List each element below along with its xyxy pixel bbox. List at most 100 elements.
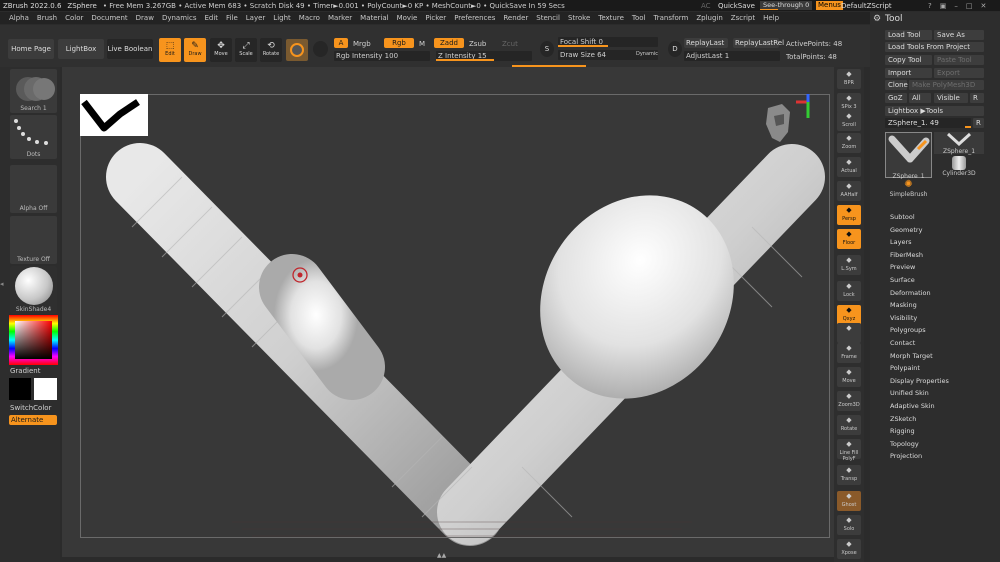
- right-shelf-spix-3-button[interactable]: ◆ SPix 3: [837, 93, 861, 113]
- color-saturation-square[interactable]: [15, 321, 52, 359]
- brush-thumbnail[interactable]: Search 1: [10, 69, 57, 113]
- zsphere-slider-r-button[interactable]: R: [973, 118, 984, 128]
- material-thumbnail[interactable]: SkinShade4: [10, 266, 57, 314]
- home-page-button[interactable]: Home Page: [8, 39, 54, 59]
- minimize-icon[interactable]: –: [954, 2, 958, 10]
- menu-zscript[interactable]: Zscript: [731, 14, 755, 22]
- export-button[interactable]: Export: [934, 68, 984, 78]
- copy-tool-button[interactable]: Copy Tool: [885, 55, 932, 65]
- focal-shift-s-icon[interactable]: S: [540, 41, 554, 57]
- right-shelf-xpose-button[interactable]: ◆ Xpose: [837, 539, 861, 559]
- gear-icon[interactable]: ⚙: [873, 14, 881, 24]
- goz-visible-button[interactable]: Visible: [934, 93, 968, 103]
- stroke-thumbnail[interactable]: Dots: [10, 115, 57, 159]
- zadd-toggle[interactable]: Zadd: [434, 38, 464, 48]
- canvas-scroll-top-arrow[interactable]: ▲▲: [437, 552, 446, 559]
- dynamic-toggle[interactable]: Dynamic: [636, 51, 658, 57]
- m-toggle[interactable]: M: [419, 40, 425, 48]
- default-zscript-button[interactable]: DefaultZScript: [841, 2, 892, 10]
- help-icon[interactable]: ?: [928, 2, 932, 10]
- subpalette-contact[interactable]: Contact: [890, 339, 915, 347]
- menu-color[interactable]: Color: [65, 14, 83, 22]
- move-mode-button[interactable]: ✥ Move: [210, 38, 232, 62]
- right-shelf-move-button[interactable]: ◆ Move: [837, 367, 861, 387]
- right-shelf-floor-button[interactable]: ◆ Floor: [837, 229, 861, 249]
- ac-button[interactable]: AC: [701, 2, 711, 10]
- load-tool-button[interactable]: Load Tool: [885, 30, 932, 40]
- replay-last-rel-button[interactable]: ReplayLastRel: [733, 38, 784, 48]
- focal-shift-slider[interactable]: Focal Shift 0: [558, 37, 658, 47]
- subpalette-fibermesh[interactable]: FiberMesh: [890, 251, 923, 259]
- right-shelf-solo-button[interactable]: ◆ Solo: [837, 515, 861, 535]
- load-tools-from-project-button[interactable]: Load Tools From Project: [885, 42, 984, 52]
- right-shelf-zoom3d-button[interactable]: ◆ Zoom3D: [837, 391, 861, 411]
- right-shelf-persp-button[interactable]: ◆ Persp: [837, 205, 861, 225]
- adjust-last-slider[interactable]: AdjustLast 1: [684, 51, 780, 61]
- menu-material[interactable]: Material: [360, 14, 388, 22]
- tool-thumb-simplebrush[interactable]: ✺ SimpleBrush: [885, 179, 932, 203]
- subpalette-rigging[interactable]: Rigging: [890, 427, 915, 435]
- menu-render[interactable]: Render: [503, 14, 528, 22]
- secondary-color-swatch[interactable]: [34, 378, 57, 400]
- left-tray-collapse-icon[interactable]: ◂: [0, 280, 4, 288]
- a-toggle[interactable]: A: [334, 38, 348, 48]
- menu-movie[interactable]: Movie: [397, 14, 418, 22]
- right-shelf-qxyz-button[interactable]: ◆ Qxyz: [837, 305, 861, 325]
- menu-stroke[interactable]: Stroke: [568, 14, 590, 22]
- see-through-slider[interactable]: See-through 0: [760, 1, 812, 10]
- draw-mode-button[interactable]: ✎ Draw: [184, 38, 206, 62]
- zsub-toggle[interactable]: Zsub: [469, 40, 486, 48]
- replay-d-icon[interactable]: D: [668, 41, 682, 57]
- subpalette-masking[interactable]: Masking: [890, 301, 917, 309]
- right-shelf-blank-button[interactable]: ◆: [837, 323, 861, 343]
- subpalette-unified-skin[interactable]: Unified Skin: [890, 389, 929, 397]
- zcut-toggle[interactable]: Zcut: [502, 40, 518, 48]
- menu-zplugin[interactable]: Zplugin: [696, 14, 722, 22]
- close-icon[interactable]: ✕: [980, 2, 986, 10]
- texture-thumbnail[interactable]: Texture Off: [10, 216, 57, 264]
- menu-document[interactable]: Document: [91, 14, 127, 22]
- tool-thumb-zsphere-active[interactable]: ZSphere_1: [885, 132, 932, 180]
- menu-light[interactable]: Light: [273, 14, 290, 22]
- right-shelf-frame-button[interactable]: ◆ Frame: [837, 343, 861, 363]
- paste-tool-button[interactable]: Paste Tool: [934, 55, 984, 65]
- right-shelf-ghost-button[interactable]: ◆ Ghost: [837, 491, 861, 511]
- goz-r-button[interactable]: R: [970, 93, 984, 103]
- subpalette-zsketch[interactable]: ZSketch: [890, 415, 916, 423]
- gradient-label[interactable]: Gradient: [10, 367, 40, 375]
- orientation-gizmo[interactable]: [760, 94, 820, 154]
- right-shelf-actual-button[interactable]: ◆ Actual: [837, 157, 861, 177]
- material-sphere-button[interactable]: [286, 39, 308, 61]
- menu-tool[interactable]: Tool: [632, 14, 646, 22]
- subpalette-topology[interactable]: Topology: [890, 440, 919, 448]
- menu-picker[interactable]: Picker: [425, 14, 446, 22]
- alternate-toggle[interactable]: Alternate: [9, 415, 57, 425]
- menu-alpha[interactable]: Alpha: [9, 14, 29, 22]
- rgb-intensity-slider[interactable]: Rgb Intensity 100: [334, 51, 430, 61]
- z-intensity-slider[interactable]: Z Intensity 15: [436, 51, 532, 61]
- subpalette-geometry[interactable]: Geometry: [890, 226, 922, 234]
- menu-brush[interactable]: Brush: [37, 14, 57, 22]
- subpalette-visibility[interactable]: Visibility: [890, 314, 917, 322]
- subpalette-adaptive-skin[interactable]: Adaptive Skin: [890, 402, 935, 410]
- right-shelf-aahalf-button[interactable]: ◆ AAHalf: [837, 181, 861, 201]
- lightbox-tools-button[interactable]: Lightbox ▶Tools: [885, 106, 984, 116]
- switch-color-button[interactable]: SwitchColor: [10, 404, 51, 412]
- subpalette-polygroups[interactable]: Polygroups: [890, 326, 926, 334]
- right-shelf-rotate-button[interactable]: ◆ Rotate: [837, 415, 861, 435]
- mrgb-toggle[interactable]: Mrgb: [353, 40, 371, 48]
- rotate-mode-button[interactable]: ⟲ Rotate: [260, 38, 282, 62]
- save-as-button[interactable]: Save As: [934, 30, 984, 40]
- menu-macro[interactable]: Macro: [299, 14, 320, 22]
- menu-draw[interactable]: Draw: [136, 14, 154, 22]
- menu-help[interactable]: Help: [763, 14, 779, 22]
- main-color-swatch[interactable]: [9, 378, 31, 400]
- subpalette-display-properties[interactable]: Display Properties: [890, 377, 949, 385]
- maximize-icon[interactable]: □: [966, 2, 973, 10]
- right-shelf-transp-button[interactable]: ◆ Transp: [837, 465, 861, 485]
- make-polymesh-button[interactable]: Make PolyMesh3D: [909, 80, 984, 90]
- clone-button[interactable]: Clone: [885, 80, 908, 90]
- layout-icon[interactable]: ▣: [940, 2, 947, 10]
- menu-stencil[interactable]: Stencil: [536, 14, 560, 22]
- subpalette-polypaint[interactable]: Polypaint: [890, 364, 920, 372]
